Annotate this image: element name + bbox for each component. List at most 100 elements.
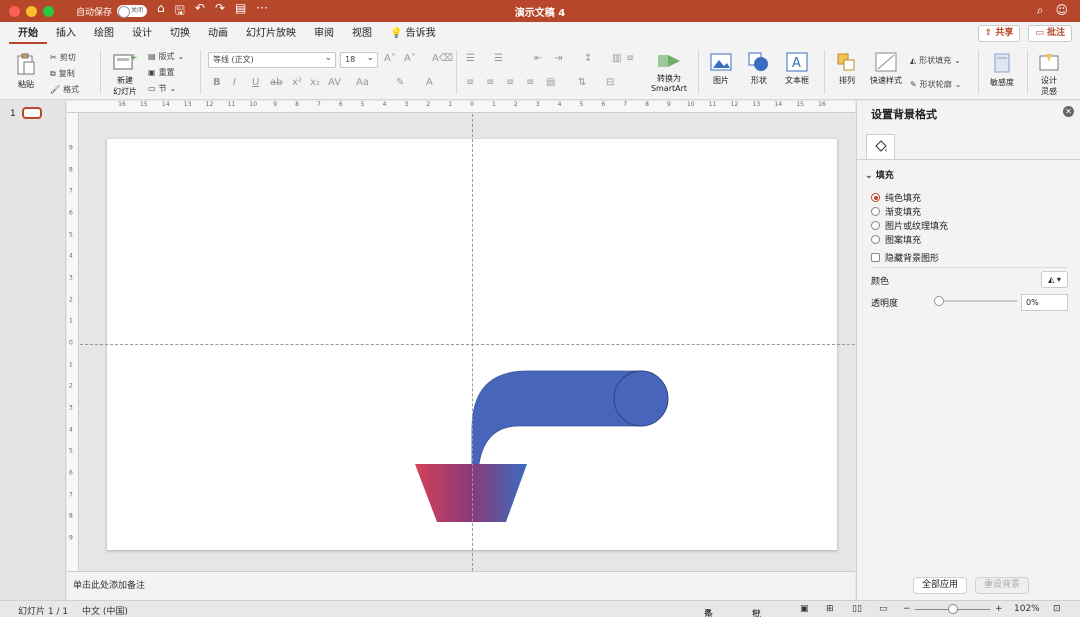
radio-button[interactable] — [871, 193, 880, 202]
section-button[interactable]: ▭ 节 ⌄ — [148, 83, 176, 94]
radio-button[interactable] — [871, 235, 880, 244]
language-indicator[interactable]: 中文 (中国) — [82, 604, 128, 617]
change-case-icon[interactable]: Aa — [356, 77, 369, 88]
radio-solid-fill[interactable]: 纯色填充 — [871, 191, 921, 204]
apply-all-button[interactable]: 全部应用 — [913, 577, 968, 594]
line-spacing-icon[interactable]: ↕ — [584, 53, 592, 64]
checkbox[interactable] — [871, 253, 880, 262]
format-painter-button[interactable]: 🖌 格式 — [50, 84, 79, 95]
align-left-icon[interactable]: ≡ — [466, 77, 474, 88]
reset-button[interactable]: ▣ 重置 — [148, 67, 175, 78]
horizontal-guide[interactable] — [80, 344, 855, 345]
character-spacing-icon[interactable]: AV — [328, 77, 341, 88]
copy-button[interactable]: ⧉ 复制 — [50, 68, 75, 79]
reset-background-button[interactable]: 重设背景 — [975, 577, 1030, 594]
redo-icon[interactable]: ↷ — [215, 1, 225, 22]
tab-home[interactable]: 开始 — [9, 24, 47, 44]
autosave-toggle[interactable]: 关闭 — [117, 5, 148, 18]
fill-tab[interactable] — [866, 134, 895, 159]
shape-fill-button[interactable]: ◭ 形状填充 ⌄ — [910, 55, 961, 66]
normal-view-icon[interactable]: ▣ — [800, 604, 809, 614]
italic-icon[interactable]: I — [233, 77, 236, 88]
transparency-slider-track[interactable] — [937, 300, 1017, 302]
tab-view[interactable]: 视图 — [343, 24, 381, 44]
zoom-window-button[interactable] — [43, 5, 54, 17]
account-icon[interactable]: ☺ — [1055, 3, 1068, 18]
numbering-icon[interactable]: ☰ — [494, 53, 503, 64]
tab-draw[interactable]: 绘图 — [85, 24, 123, 44]
transparency-slider-thumb[interactable] — [934, 296, 944, 306]
slide-thumbnail[interactable] — [22, 107, 42, 119]
distributed-icon[interactable]: ▤ — [546, 77, 555, 88]
font-size-select[interactable]: 18 — [340, 51, 378, 68]
font-color-icon[interactable]: A — [426, 77, 433, 88]
arrange-button[interactable]: 排列 — [832, 52, 862, 86]
superscript-icon[interactable]: x² — [292, 77, 302, 88]
align-center-icon[interactable]: ≡ — [486, 77, 494, 88]
strikethrough-icon[interactable]: ab — [270, 77, 282, 88]
color-picker-button[interactable]: ◭ ▾ — [1041, 271, 1068, 288]
tab-slideshow[interactable]: 幻灯片放映 — [237, 24, 305, 44]
fit-to-window-icon[interactable]: ⊡ — [1053, 604, 1061, 614]
layout-button[interactable]: ▤ 版式 ⌄ — [148, 51, 184, 62]
paste-button[interactable]: 粘贴 — [12, 52, 40, 90]
radio-button[interactable] — [871, 207, 880, 216]
notes-pane[interactable]: 单击此处添加备注 — [67, 571, 855, 600]
cut-button[interactable]: ✂ 剪切 — [50, 52, 76, 63]
reading-view-icon[interactable]: ▯▯ — [852, 604, 862, 614]
hide-background-graphics[interactable]: 隐藏背景图形 — [871, 251, 939, 264]
save-icon[interactable]: 🖫 — [175, 1, 185, 22]
shape-button[interactable]: 形状 — [744, 52, 774, 86]
quick-styles-button[interactable]: 快速样式 — [868, 52, 904, 86]
design-ideas-button[interactable]: 设计 灵感 — [1034, 52, 1064, 97]
justify-icon[interactable]: ≡ — [526, 77, 534, 88]
smartart-gallery-icon[interactable]: ≡ — [626, 53, 634, 64]
tab-review[interactable]: 审阅 — [305, 24, 343, 44]
slideshow-icon[interactable]: ▭ — [879, 604, 888, 614]
bowl-shape[interactable] — [415, 464, 527, 522]
present-icon[interactable]: ▤ — [235, 1, 246, 22]
align-text-icon[interactable]: ⊟ — [606, 77, 614, 88]
decrease-indent-icon[interactable]: ⇤ — [534, 53, 542, 64]
zoom-level[interactable]: 102% — [1014, 604, 1040, 614]
share-button[interactable]: ⇪ 共享 — [977, 25, 1021, 42]
columns-icon[interactable]: ▥ — [612, 53, 621, 64]
highlight-icon[interactable]: ✎ — [396, 77, 404, 88]
picture-button[interactable]: 图片 — [706, 52, 736, 86]
search-icon[interactable]: ⌕ — [1037, 3, 1044, 18]
text-direction-icon[interactable]: ⇅ — [578, 77, 586, 88]
clear-format-icon[interactable]: A⌫ — [432, 53, 453, 64]
transparency-input[interactable]: 0% — [1021, 294, 1068, 311]
tab-insert[interactable]: 插入 — [47, 24, 85, 44]
zoom-slider-thumb[interactable] — [948, 604, 958, 614]
more-icon[interactable]: ··· — [256, 1, 267, 22]
home-icon[interactable]: ⌂ — [157, 1, 165, 22]
zoom-in-button[interactable]: + — [995, 604, 1003, 614]
radio-button[interactable] — [871, 221, 880, 230]
increase-font-icon[interactable]: A˄ — [384, 53, 396, 64]
slide-sorter-icon[interactable]: ⊞ — [826, 604, 834, 614]
tab-design[interactable]: 设计 — [123, 24, 161, 44]
fill-section-header[interactable]: ⌄ 填充 — [865, 168, 894, 181]
radio-picture-fill[interactable]: 图片或纹理填充 — [871, 219, 948, 232]
comments-button[interactable]: ▭ 批注 — [1028, 25, 1072, 42]
new-slide-button[interactable]: + 新建 幻灯片 — [108, 52, 142, 97]
undo-icon[interactable]: ↶ — [195, 1, 205, 22]
align-right-icon[interactable]: ≡ — [506, 77, 514, 88]
pipe-end-cap[interactable] — [613, 370, 669, 427]
shape-outline-button[interactable]: ✎ 形状轮廓 ⌄ — [910, 79, 961, 90]
radio-gradient-fill[interactable]: 渐变填充 — [871, 205, 921, 218]
close-pane-button[interactable]: ✕ — [1063, 106, 1074, 117]
tab-transitions[interactable]: 切换 — [161, 24, 199, 44]
zoom-out-button[interactable]: − — [903, 604, 911, 614]
subscript-icon[interactable]: x₂ — [310, 77, 320, 88]
tell-me[interactable]: 💡 告诉我 — [381, 24, 445, 44]
minimize-window-button[interactable] — [26, 5, 37, 17]
bold-icon[interactable]: B — [213, 77, 221, 88]
tab-animations[interactable]: 动画 — [199, 24, 237, 44]
decrease-font-icon[interactable]: A˅ — [404, 53, 416, 64]
bullets-icon[interactable]: ☰ — [466, 53, 475, 64]
slide-canvas[interactable] — [80, 114, 855, 571]
radio-pattern-fill[interactable]: 图案填充 — [871, 233, 921, 246]
convert-smartart-button[interactable]: 转换为 SmartArt — [648, 52, 690, 93]
